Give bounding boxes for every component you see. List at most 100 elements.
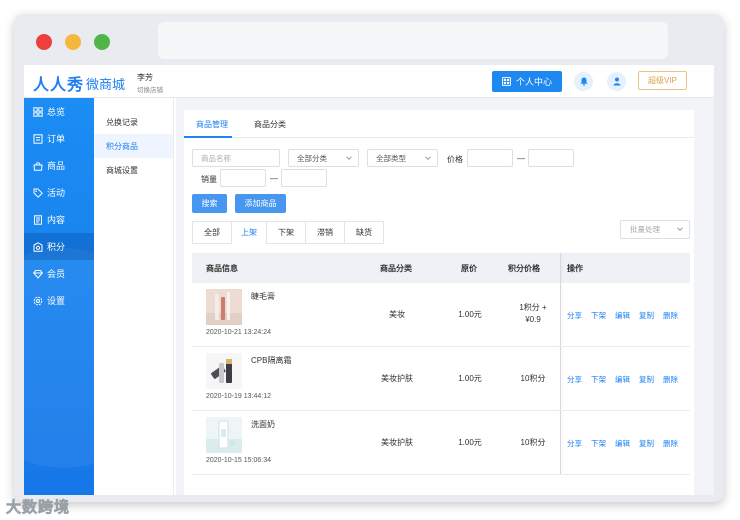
product-category: 美妆护肤 xyxy=(381,374,413,383)
points-icon xyxy=(33,241,43,252)
sidebar-item-orders[interactable]: 订单 xyxy=(24,125,94,152)
product-price: 1.00元 xyxy=(458,374,482,383)
subnav-item-points-products[interactable]: 积分商品 xyxy=(94,134,173,158)
edit-link[interactable]: 编辑 xyxy=(615,374,630,385)
sidebar-item-members[interactable]: 会员 xyxy=(24,260,94,287)
share-link[interactable]: 分享 xyxy=(567,374,582,385)
switch-store-link[interactable]: 切换店铺 xyxy=(137,84,163,94)
category-select[interactable]: 全部分类 xyxy=(288,149,359,167)
copy-link[interactable]: 复制 xyxy=(639,310,654,321)
price-max-input[interactable] xyxy=(528,149,574,167)
table-row: 睫毛膏 2020-10-21 13:24:24 美妆 1.00元 1积分 + ¥… xyxy=(192,283,690,347)
type-select-value: 全部类型 xyxy=(376,153,406,163)
search-button[interactable]: 搜索 xyxy=(192,194,227,213)
delete-link[interactable]: 删除 xyxy=(663,438,678,449)
product-points-price: 1积分 + ¥0.9 xyxy=(500,302,566,326)
app: 人人秀 微商城 李芳 切换店铺 个人中心 超级VIP 总览 订单 商品 活动 内… xyxy=(24,65,714,495)
product-name[interactable]: CPB隔离霜 xyxy=(251,355,291,366)
points-line-2: ¥0.9 xyxy=(525,315,541,324)
sidebar-item-label: 订单 xyxy=(47,134,66,144)
close-window-button[interactable] xyxy=(36,34,52,50)
sidebar-item-activities[interactable]: 活动 xyxy=(24,179,94,206)
product-image-mascara[interactable] xyxy=(206,289,242,325)
copy-link[interactable]: 复制 xyxy=(639,438,654,449)
edit-link[interactable]: 编辑 xyxy=(615,438,630,449)
top-bar: 人人秀 微商城 李芳 切换店铺 个人中心 超级VIP xyxy=(24,65,714,98)
row-actions: 分享 下架 编辑 复制 删除 xyxy=(567,310,678,321)
sidebar-item-label: 会员 xyxy=(47,269,66,279)
watermark-text: 大数跨境 xyxy=(6,499,71,517)
product-price: 1.00元 xyxy=(458,438,482,447)
batch-action-select[interactable]: 批量处理 xyxy=(620,220,690,239)
col-price: 原价 xyxy=(461,264,477,273)
sidebar-item-label: 活动 xyxy=(47,188,66,198)
type-select[interactable]: 全部类型 xyxy=(367,149,438,167)
chevron-down-icon xyxy=(425,156,431,161)
col-points-price: 积分价格 xyxy=(508,264,540,273)
sidebar-item-content[interactable]: 内容 xyxy=(24,206,94,233)
points-line-1: 10积分 xyxy=(520,438,546,447)
product-category: 美妆 xyxy=(389,310,405,319)
subnav-item-exchange-records[interactable]: 兑换记录 xyxy=(94,110,173,134)
logo-subtitle: 微商城 xyxy=(86,77,126,92)
notification-button[interactable] xyxy=(574,72,593,91)
product-image-cpb-primer[interactable] xyxy=(206,353,242,389)
top-tabs: 商品管理 商品分类 xyxy=(184,110,694,138)
maximize-window-button[interactable] xyxy=(94,34,110,50)
main-content: 商品管理 商品分类 商品名称 全部分类 全部类型 价格 — 销量 — 搜索 添加… xyxy=(176,98,714,495)
delete-link[interactable]: 删除 xyxy=(663,374,678,385)
profile-button[interactable] xyxy=(607,72,626,91)
off-shelf-link[interactable]: 下架 xyxy=(591,374,606,385)
tab-product-management[interactable]: 商品管理 xyxy=(196,119,228,130)
status-tab-on-shelf[interactable]: 上架 xyxy=(231,221,267,244)
points-line-1: 10积分 xyxy=(520,374,546,383)
price-min-input[interactable] xyxy=(467,149,513,167)
address-bar[interactable] xyxy=(158,22,668,59)
status-tab-out-of-stock[interactable]: 缺货 xyxy=(344,221,384,244)
add-product-button[interactable]: 添加商品 xyxy=(235,194,286,213)
product-date: 2020-10-15 15:06:34 xyxy=(206,457,271,464)
share-link[interactable]: 分享 xyxy=(567,310,582,321)
product-name-input[interactable]: 商品名称 xyxy=(192,149,280,167)
row-actions: 分享 下架 编辑 复制 删除 xyxy=(567,374,678,385)
share-link[interactable]: 分享 xyxy=(567,438,582,449)
product-name[interactable]: 洗面奶 xyxy=(251,419,275,430)
status-tab-unsold[interactable]: 滞销 xyxy=(305,221,345,244)
delete-link[interactable]: 删除 xyxy=(663,310,678,321)
user-name: 李芳 xyxy=(137,73,153,82)
col-actions: 操作 xyxy=(567,264,583,273)
vip-badge[interactable]: 超级VIP xyxy=(638,71,687,90)
browser-window: 人人秀 微商城 李芳 切换店铺 个人中心 超级VIP 总览 订单 商品 活动 内… xyxy=(14,14,724,502)
price-label: 价格 xyxy=(447,155,463,164)
sidebar-item-label: 内容 xyxy=(47,215,66,225)
sidebar-item-points[interactable]: 积分 xyxy=(24,233,94,260)
product-category: 美妆护肤 xyxy=(381,438,413,447)
sales-max-input[interactable] xyxy=(281,169,327,187)
subnav-item-mall-settings[interactable]: 商城设置 xyxy=(94,158,173,182)
sales-min-input[interactable] xyxy=(220,169,266,187)
sidebar-item-overview[interactable]: 总览 xyxy=(24,98,94,125)
sidebar-item-label: 总览 xyxy=(47,107,66,117)
product-points-price: 10积分 xyxy=(500,437,566,449)
off-shelf-link[interactable]: 下架 xyxy=(591,438,606,449)
sub-navigation: 兑换记录 积分商品 商城设置 xyxy=(94,98,174,495)
sales-label: 销量 xyxy=(201,175,217,184)
minimize-window-button[interactable] xyxy=(65,34,81,50)
copy-link[interactable]: 复制 xyxy=(639,374,654,385)
edit-link[interactable]: 编辑 xyxy=(615,310,630,321)
diamond-icon xyxy=(33,269,43,279)
logo: 人人秀 xyxy=(33,77,85,94)
status-tab-all[interactable]: 全部 xyxy=(192,221,232,244)
off-shelf-link[interactable]: 下架 xyxy=(591,310,606,321)
status-tab-off-shelf[interactable]: 下架 xyxy=(266,221,306,244)
product-name[interactable]: 睫毛膏 xyxy=(251,291,275,302)
personal-center-button[interactable]: 个人中心 xyxy=(492,71,562,92)
product-points-price: 10积分 xyxy=(500,373,566,385)
product-image-cleanser[interactable] xyxy=(206,417,242,453)
sidebar-item-settings[interactable]: 设置 xyxy=(24,287,94,314)
sidebar-item-products[interactable]: 商品 xyxy=(24,152,94,179)
sidebar: 总览 订单 商品 活动 内容 积分 会员 设置 xyxy=(24,98,94,495)
chevron-down-icon xyxy=(346,156,352,161)
order-icon xyxy=(33,133,43,144)
tab-product-category[interactable]: 商品分类 xyxy=(254,119,286,130)
